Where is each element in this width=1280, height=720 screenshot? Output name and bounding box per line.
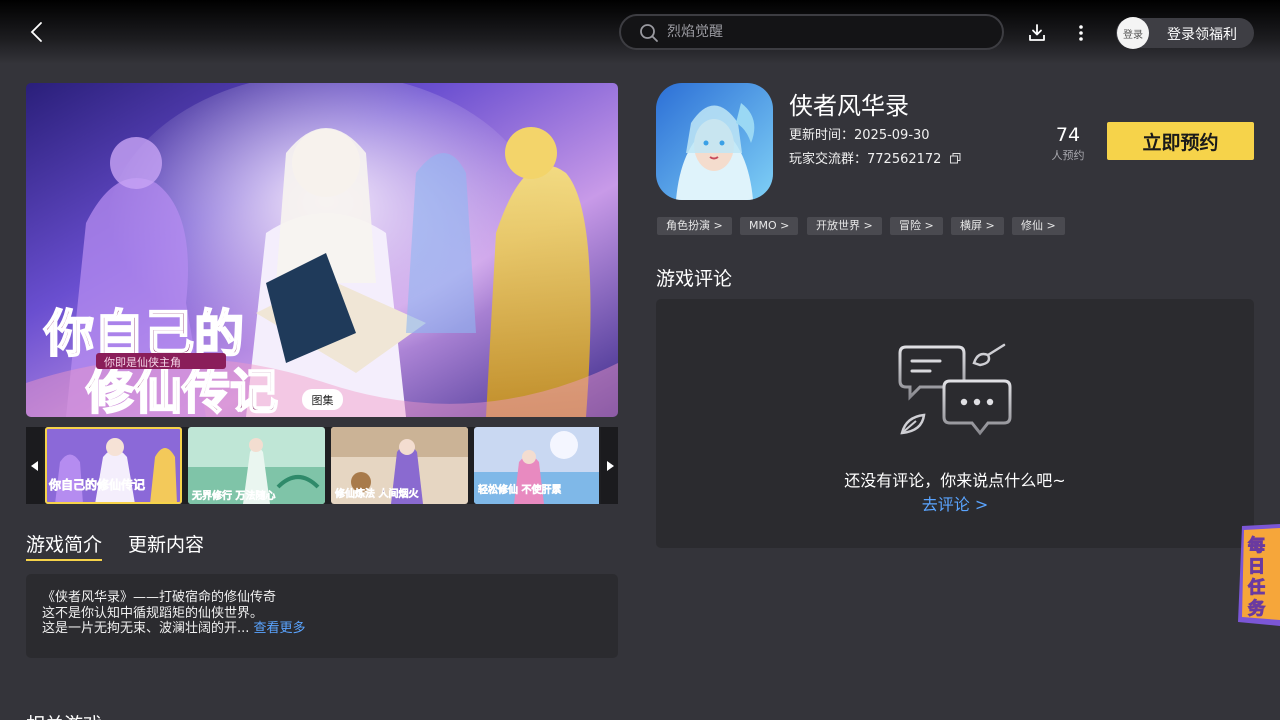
- reserve-now-button[interactable]: 立即预约: [1107, 122, 1254, 160]
- copy-icon[interactable]: [949, 153, 961, 164]
- thumbnail-2[interactable]: 无界修行 万法随心: [188, 427, 325, 504]
- back-arrow-icon[interactable]: [26, 20, 50, 44]
- gallery-tag[interactable]: 图集: [302, 389, 343, 410]
- thumb-2-caption: 无界修行 万法随心: [191, 489, 275, 502]
- intro-line-1: 《侠者风华录》——打破宿命的修仙传奇: [42, 590, 277, 605]
- more-options-icon[interactable]: [1072, 22, 1090, 44]
- no-comments-text: 还没有评论，你来说点什么吧~: [844, 471, 1066, 490]
- daily-task-char-4: 务: [1248, 598, 1266, 619]
- intro-line-2: 这不是你认知中循规蹈矩的仙侠世界。: [42, 605, 264, 621]
- intro-line-3: 这是一片无拘无束、波澜壮阔的开...: [42, 621, 250, 636]
- daily-task-char-3: 任: [1247, 577, 1265, 598]
- login-rewards-label: 登录领福利: [1167, 27, 1237, 43]
- reserve-count: 74: [1055, 124, 1081, 146]
- go-comment-link[interactable]: 去评论 >: [656, 491, 1254, 515]
- player-group: 玩家交流群：772562172: [789, 152, 942, 167]
- tab-game-intro[interactable]: 游戏简介: [26, 530, 103, 561]
- daily-task-char-1: 每: [1248, 535, 1265, 556]
- tag-xiuxian[interactable]: 修仙 >: [1012, 217, 1065, 235]
- reviews-title: 游戏评论: [656, 268, 733, 290]
- thumb-next-icon[interactable]: [601, 427, 618, 504]
- reviews-empty-card: 还没有评论，你来说点什么吧~ 去评论 >: [656, 299, 1254, 548]
- thumb-3-caption: 修仙炼法 人间烟火: [334, 487, 419, 500]
- thumbnail-3[interactable]: 修仙炼法 人间烟火: [331, 427, 468, 504]
- search-icon: [639, 23, 659, 43]
- tag-adventure[interactable]: 冒险 >: [890, 217, 943, 235]
- tag-landscape[interactable]: 横屏 >: [951, 217, 1004, 235]
- avatar[interactable]: 登录: [1117, 17, 1149, 49]
- thumbnail-strip: 你自己的修仙传记 无界修行 万法随心 修仙炼法 人间烟火 轻松修仙 不使肝累: [26, 427, 618, 504]
- top-bar: 登录 登录领福利: [0, 0, 1280, 64]
- player-group-row: 玩家交流群：772562172: [789, 148, 961, 167]
- daily-task-badge[interactable]: 每 日 任 务: [1236, 524, 1280, 626]
- see-more-link[interactable]: 查看更多: [254, 621, 306, 636]
- game-app-icon: [656, 83, 773, 200]
- update-time: 更新时间：2025-09-30: [789, 128, 930, 143]
- tab-update-content[interactable]: 更新内容: [128, 530, 204, 557]
- related-games-title: 相关游戏: [26, 710, 102, 720]
- tag-mmo[interactable]: MMO >: [740, 217, 799, 235]
- intro-line-3-wrap: 这是一片无拘无束、波澜壮阔的开... 查看更多: [42, 621, 602, 637]
- reserve-count-label: 人预约: [1051, 149, 1085, 162]
- tag-role-playing[interactable]: 角色扮演 >: [657, 217, 732, 235]
- game-title: 侠者风华录: [789, 92, 909, 120]
- game-intro-card: 《侠者风华录》——打破宿命的修仙传奇 这不是你认知中循规蹈矩的仙侠世界。 这是一…: [26, 574, 618, 658]
- thumb-prev-icon[interactable]: [26, 427, 43, 504]
- thumb-4-caption: 轻松修仙 不使肝累: [478, 483, 561, 496]
- thumb-1-caption: 你自己的修仙传记: [48, 477, 145, 492]
- banner-image[interactable]: 你自己的 修仙传记 你即是仙侠主角: [26, 83, 618, 417]
- thumbnail-1[interactable]: 你自己的修仙传记: [45, 427, 182, 504]
- login-rewards-button[interactable]: 登录 登录领福利: [1116, 17, 1254, 49]
- download-icon[interactable]: [1026, 22, 1048, 44]
- banner-title-line2: 修仙传记: [86, 364, 278, 417]
- thumbnail-4[interactable]: 轻松修仙 不使肝累: [474, 427, 611, 504]
- search-input[interactable]: [667, 21, 987, 43]
- empty-comments-icon: [896, 341, 1016, 441]
- banner-subtitle: 你即是仙侠主角: [104, 356, 181, 369]
- daily-task-char-2: 日: [1248, 557, 1265, 577]
- search-bar[interactable]: [619, 14, 1004, 50]
- tag-open-world[interactable]: 开放世界 >: [807, 217, 882, 235]
